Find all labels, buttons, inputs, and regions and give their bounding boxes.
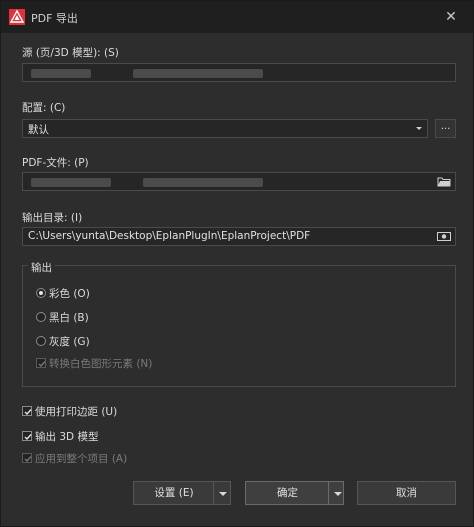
- convert-white-label: 转换白色图形元素 (N): [49, 358, 153, 370]
- config-select[interactable]: 默认: [22, 119, 428, 138]
- print-margin-label[interactable]: 使用打印边距 (U): [35, 404, 117, 419]
- bw-radio-label[interactable]: 黑白 (B): [49, 310, 89, 325]
- config-value: 默认: [28, 124, 49, 136]
- output-dir-label: 输出目录: (I): [22, 212, 83, 224]
- output-group-title: 输出: [28, 260, 55, 275]
- folder-icon[interactable]: [437, 176, 451, 187]
- color-radio-label[interactable]: 彩色 (O): [49, 286, 90, 301]
- ok-button[interactable]: 确定: [245, 481, 344, 505]
- ok-dropdown-arrow[interactable]: [328, 482, 347, 504]
- close-button[interactable]: ✕: [441, 7, 461, 27]
- eplan-logo-icon: [9, 9, 25, 25]
- settings-dropdown-arrow[interactable]: [213, 482, 232, 504]
- pdf-file-field[interactable]: [22, 172, 456, 191]
- chevron-down-icon[interactable]: [411, 120, 427, 137]
- print-margin-checkbox[interactable]: [22, 406, 32, 416]
- config-label: 配置: (C): [22, 102, 66, 114]
- settings-button[interactable]: 设置 (E): [133, 481, 231, 505]
- gray-radio[interactable]: [36, 336, 46, 346]
- title-bar: PDF 导出 ✕: [1, 1, 473, 33]
- window-title: PDF 导出: [31, 12, 78, 25]
- apply-project-label: 应用到整个项目 (A): [35, 453, 128, 465]
- pdf-export-dialog: PDF 导出 ✕ 源 (页/3D 模型): (S) 配置: (C) 默认 ...…: [0, 0, 474, 527]
- pdf-file-label: PDF-文件: (P): [22, 157, 89, 169]
- source-label: 源 (页/3D 模型): (S): [22, 47, 119, 59]
- cancel-button[interactable]: 取消: [357, 481, 456, 505]
- settings-button-label: 设置 (E): [154, 487, 194, 499]
- config-more-button[interactable]: ...: [435, 119, 456, 138]
- apply-project-checkbox: [22, 453, 32, 463]
- bw-radio[interactable]: [36, 312, 46, 322]
- output-dir-value: C:\Users\yunta\Desktop\EplanPlugIn\Eplan…: [28, 230, 311, 242]
- ok-button-label: 确定: [277, 487, 298, 499]
- export-3d-label[interactable]: 输出 3D 模型: [35, 429, 98, 444]
- output-dir-field[interactable]: C:\Users\yunta\Desktop\EplanPlugIn\Eplan…: [22, 227, 456, 246]
- convert-white-checkbox: [36, 358, 46, 368]
- color-radio[interactable]: [36, 288, 46, 298]
- gray-radio-label[interactable]: 灰度 (G): [49, 334, 90, 349]
- export-3d-checkbox[interactable]: [22, 431, 32, 441]
- source-field[interactable]: [22, 63, 456, 82]
- browse-icon[interactable]: [437, 231, 451, 242]
